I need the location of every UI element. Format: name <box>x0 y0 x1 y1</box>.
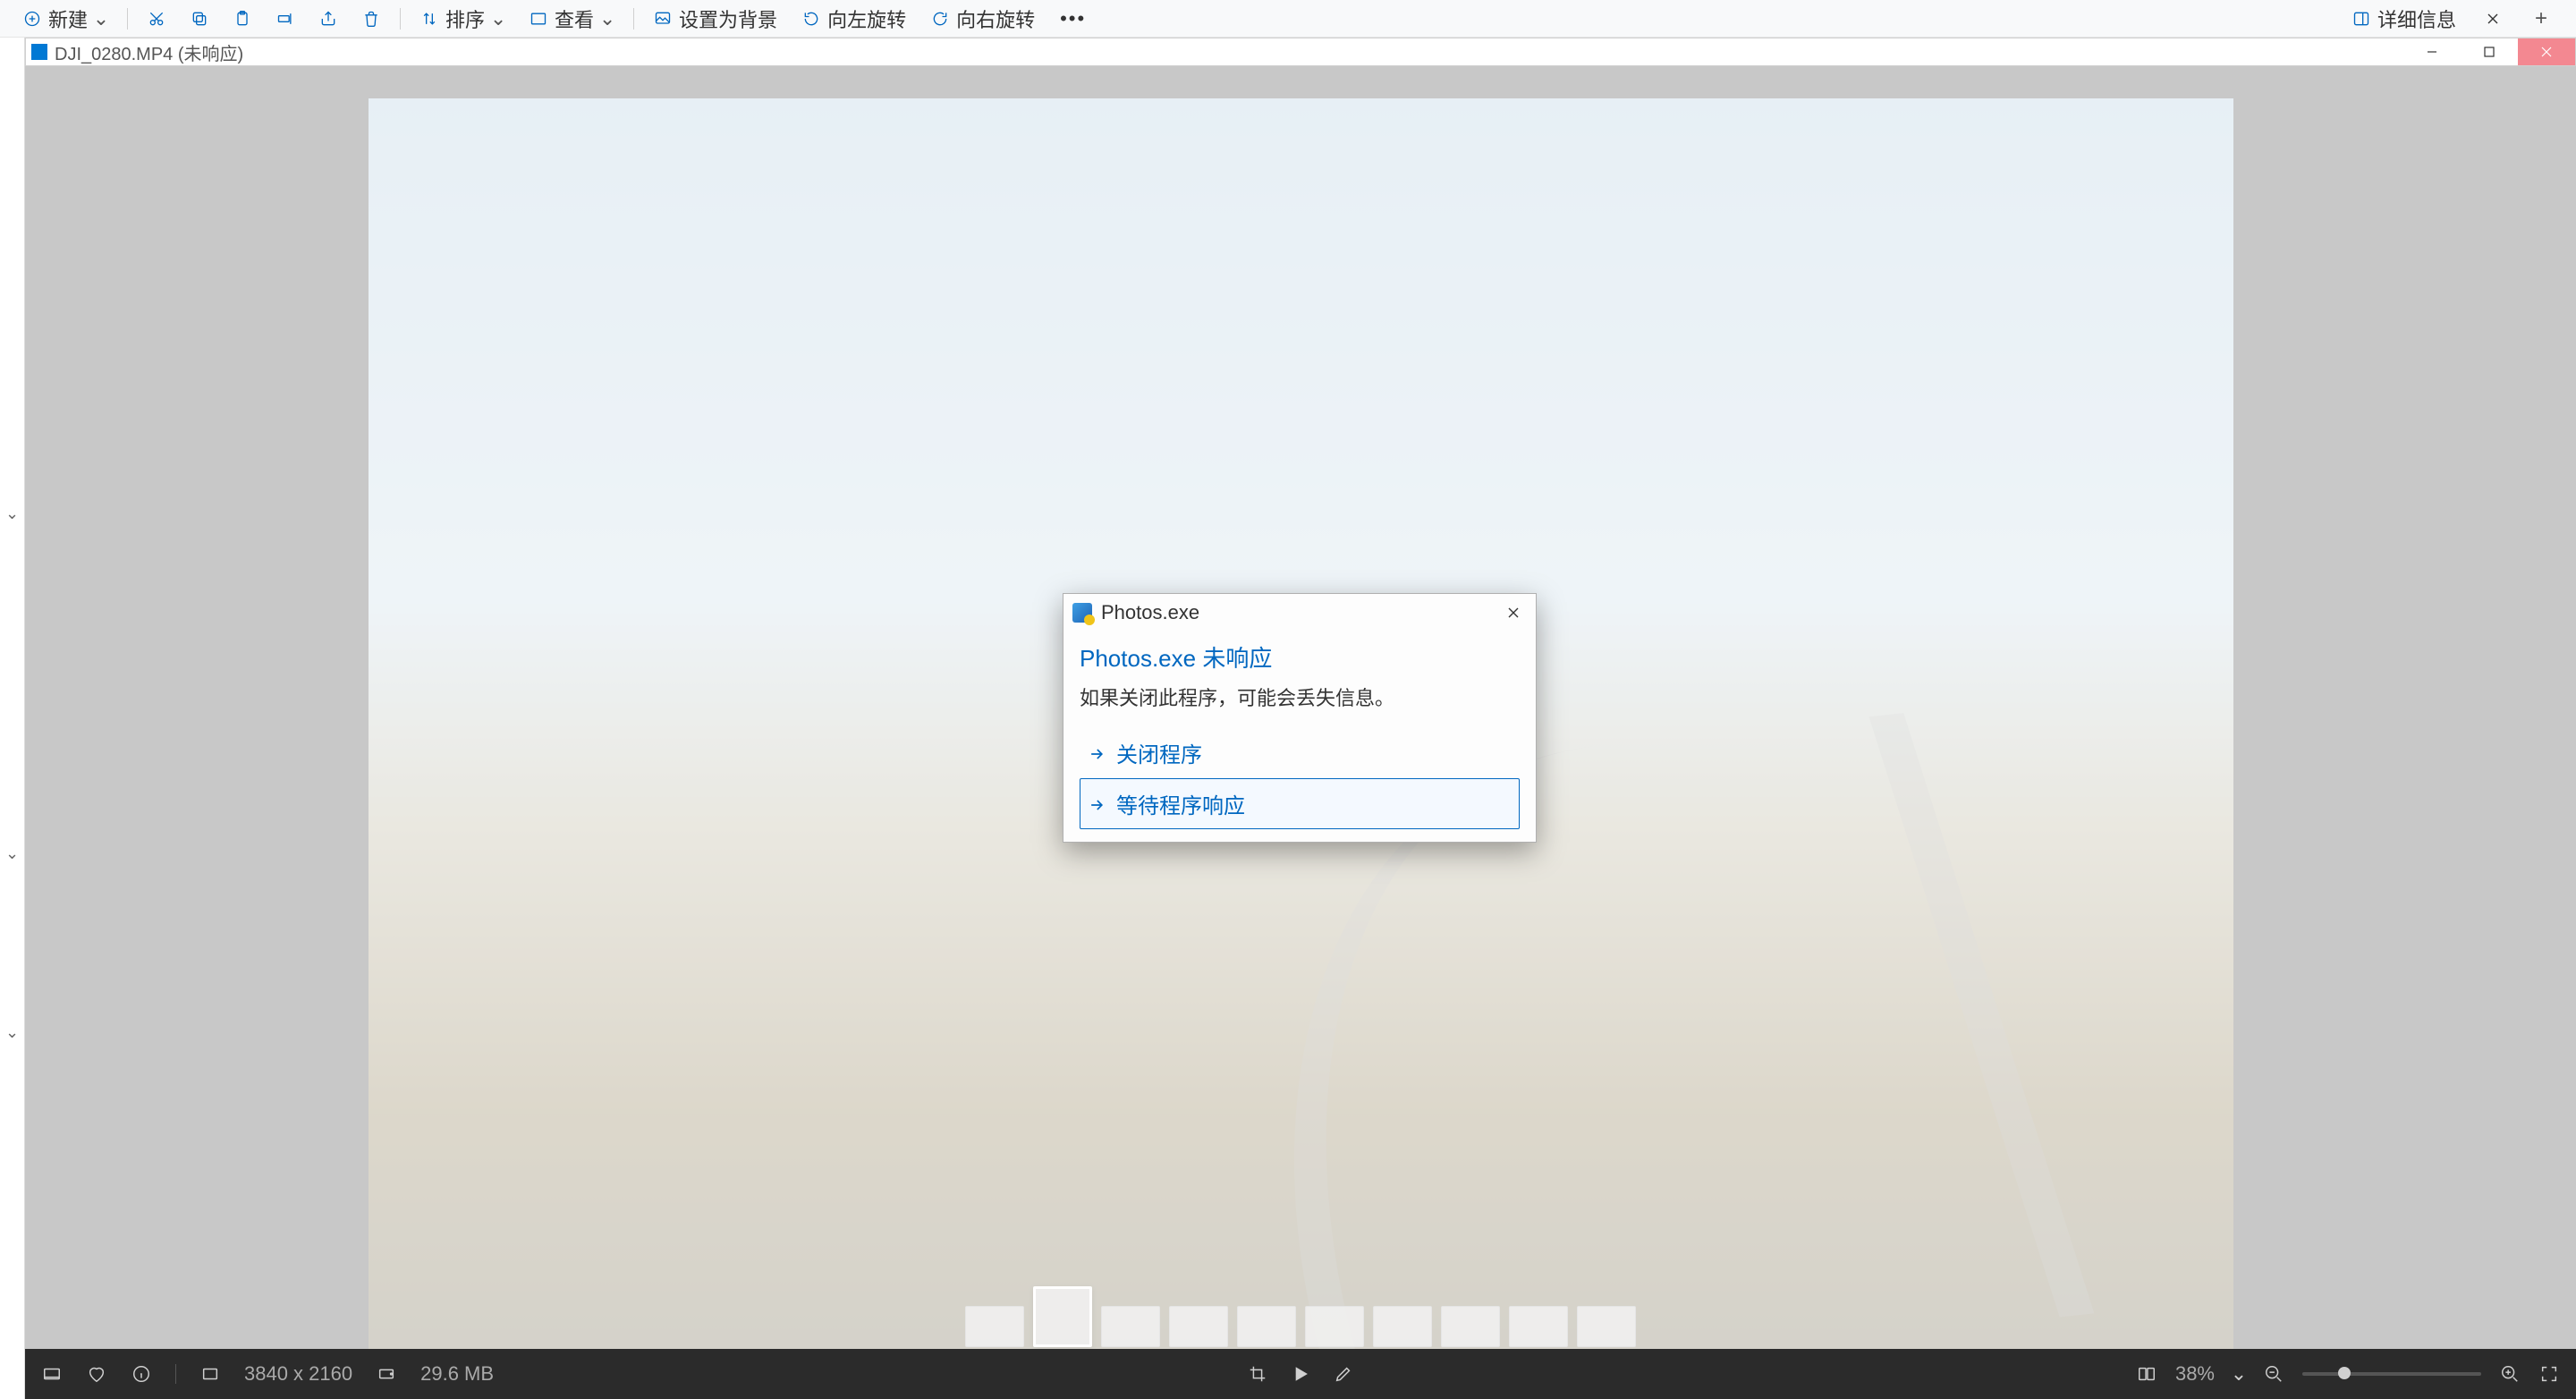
view-icon <box>530 10 547 28</box>
wait-program-option[interactable]: 等待程序响应 <box>1080 778 1520 829</box>
status-bar: 3840 x 2160 29.6 MB 38% ⌄ <box>25 1349 2576 1399</box>
paste-icon <box>233 10 251 28</box>
explorer-toolbar: 新建 ⌄ 排序 ⌄ 查看 ⌄ 设置为背景 向左旋转 向右旋转 ••• 详细信息 … <box>0 0 2576 38</box>
sort-button[interactable]: 排序 ⌄ <box>408 0 517 37</box>
dimensions-text: 3840 x 2160 <box>244 1362 352 1386</box>
rotate-left-icon <box>802 10 820 28</box>
zoom-out-button[interactable] <box>2263 1363 2284 1385</box>
tab-close-button[interactable] <box>2469 0 2517 37</box>
separator <box>400 8 401 30</box>
dialog-close-button[interactable] <box>1496 596 1530 630</box>
copy-button[interactable] <box>178 0 221 37</box>
dialog-message: 如果关闭此程序，可能会丢失信息。 <box>1080 683 1520 711</box>
details-icon <box>2352 10 2370 28</box>
paste-button[interactable] <box>221 0 264 37</box>
maximize-button[interactable] <box>2461 38 2518 65</box>
chevron-down-icon: ⌄ <box>492 13 504 25</box>
filmstrip-toggle-button[interactable] <box>41 1363 63 1385</box>
zoom-percent: 38% <box>2175 1362 2215 1386</box>
app-icon <box>31 44 47 60</box>
more-button[interactable]: ••• <box>1047 0 1098 37</box>
trash-icon <box>362 10 380 28</box>
dialog-process-name: Photos.exe <box>1101 601 1199 624</box>
wallpaper-icon <box>654 10 672 28</box>
view-label: 查看 <box>555 4 594 33</box>
chevron-down-icon: ⌄ <box>601 13 614 25</box>
crop-button[interactable] <box>1247 1363 1268 1385</box>
share-icon <box>319 10 337 28</box>
chevron-down-icon: ⌄ <box>5 1023 19 1042</box>
close-button[interactable] <box>2518 38 2575 65</box>
chevron-down-icon: ⌄ <box>95 13 107 25</box>
chevron-down-icon: ⌄ <box>5 504 19 523</box>
sort-label: 排序 <box>445 4 485 33</box>
zoom-slider[interactable] <box>2302 1372 2481 1376</box>
arrow-right-icon <box>1088 744 1106 762</box>
rename-button[interactable] <box>264 0 307 37</box>
cut-button[interactable] <box>135 0 178 37</box>
compare-button[interactable] <box>2136 1363 2157 1385</box>
divider <box>175 1364 176 1384</box>
minimize-button[interactable] <box>2403 38 2461 65</box>
set-background-button[interactable]: 设置为背景 <box>641 0 790 37</box>
app-icon <box>1072 603 1092 623</box>
dialog-title: Photos.exe 未响应 <box>1080 640 1520 674</box>
close-program-option[interactable]: 关闭程序 <box>1080 727 1520 778</box>
separator <box>633 8 634 30</box>
storage-icon <box>376 1363 397 1385</box>
arrow-right-icon <box>1088 795 1106 813</box>
details-button[interactable]: 详细信息 <box>2340 0 2469 37</box>
edit-button[interactable] <box>1333 1363 1354 1385</box>
favorite-button[interactable] <box>86 1363 107 1385</box>
filesize-text: 29.6 MB <box>420 1362 494 1386</box>
set-background-label: 设置为背景 <box>679 4 777 33</box>
wait-program-label: 等待程序响应 <box>1116 788 1245 819</box>
separator <box>127 8 128 30</box>
cut-icon <box>148 10 165 28</box>
photos-titlebar: DJI_0280.MP4 (未响应) <box>25 38 2576 66</box>
info-button[interactable] <box>131 1363 152 1385</box>
sort-icon <box>420 10 438 28</box>
tab-new-button[interactable]: + <box>2517 0 2565 37</box>
window-title: DJI_0280.MP4 (未响应) <box>55 39 243 65</box>
rotate-right-label: 向右旋转 <box>956 4 1035 33</box>
fullscreen-button[interactable] <box>2538 1363 2560 1385</box>
more-icon: ••• <box>1060 7 1086 30</box>
play-button[interactable] <box>1290 1363 1311 1385</box>
not-responding-dialog: Photos.exe Photos.exe 未响应 如果关闭此程序，可能会丢失信… <box>1063 593 1537 843</box>
plus-circle-icon <box>23 10 41 28</box>
rotate-right-icon <box>931 10 949 28</box>
details-label: 详细信息 <box>2377 4 2456 33</box>
chevron-down-icon[interactable]: ⌄ <box>2233 1368 2245 1380</box>
view-button[interactable]: 查看 ⌄ <box>517 0 626 37</box>
share-button[interactable] <box>307 0 350 37</box>
copy-icon <box>191 10 208 28</box>
close-program-label: 关闭程序 <box>1116 737 1202 768</box>
chevron-down-icon: ⌄ <box>5 844 19 863</box>
zoom-in-button[interactable] <box>2499 1363 2521 1385</box>
rotate-left-label: 向左旋转 <box>827 4 906 33</box>
dimensions-icon <box>199 1363 221 1385</box>
new-button[interactable]: 新建 ⌄ <box>11 0 120 37</box>
new-label: 新建 <box>48 4 88 33</box>
rename-icon <box>276 10 294 28</box>
rotate-right-button[interactable]: 向右旋转 <box>919 0 1047 37</box>
rotate-left-button[interactable]: 向左旋转 <box>790 0 919 37</box>
background-window-edge: ⌄ ⌄ ⌄ <box>0 38 25 1399</box>
delete-button[interactable] <box>350 0 393 37</box>
